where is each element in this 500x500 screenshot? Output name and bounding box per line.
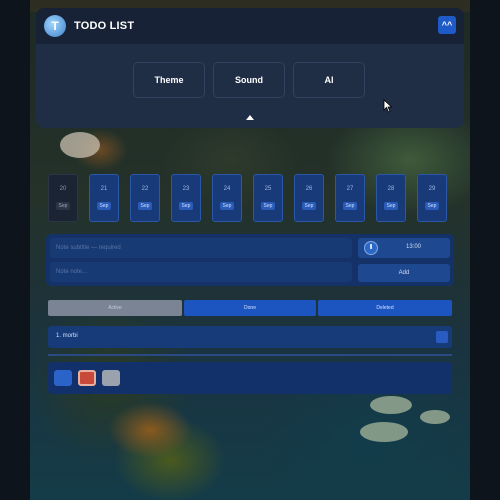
sound-button[interactable]: Sound bbox=[213, 62, 285, 98]
mouse-cursor-icon bbox=[383, 99, 393, 113]
settings-icon[interactable] bbox=[102, 370, 120, 386]
day-number: 23 bbox=[182, 185, 190, 192]
day-number: 20 bbox=[59, 185, 67, 192]
day-month: Sep bbox=[96, 202, 112, 211]
day-month: Sep bbox=[424, 202, 440, 211]
day-cell[interactable]: 20 Sep bbox=[48, 174, 78, 222]
app-header: T TODO LIST ^^ bbox=[36, 8, 464, 44]
task-item[interactable]: 1. morbi bbox=[48, 326, 452, 348]
tab-active[interactable]: Active bbox=[48, 300, 182, 316]
day-cell[interactable]: 25 Sep bbox=[253, 174, 283, 222]
task-delete-button[interactable] bbox=[436, 331, 448, 343]
day-number: 22 bbox=[141, 185, 149, 192]
day-number: 29 bbox=[428, 185, 436, 192]
day-month: Sep bbox=[137, 202, 153, 211]
time-value: 13:00 bbox=[406, 244, 422, 250]
day-cell[interactable]: 26 Sep bbox=[294, 174, 324, 222]
record-icon[interactable] bbox=[78, 370, 96, 386]
day-cell[interactable]: 29 Sep bbox=[417, 174, 447, 222]
tab-deleted[interactable]: Deleted bbox=[318, 300, 452, 316]
task-label: 1. morbi bbox=[56, 333, 78, 339]
day-strip: 20 Sep 21 Sep 22 Sep 23 Sep 24 Sep 25 Sep 26 Sep 27 Sep… bbox=[48, 174, 452, 222]
add-task-button[interactable]: Add bbox=[358, 264, 450, 282]
filter-tabs: Active Done Deleted bbox=[48, 300, 452, 316]
day-cell[interactable]: 22 Sep bbox=[130, 174, 160, 222]
lily-pad bbox=[420, 410, 450, 424]
task-form: Note subtitle — required Note note... 13… bbox=[46, 234, 454, 286]
footer-toolbar bbox=[48, 362, 452, 394]
calendar-icon[interactable] bbox=[54, 370, 72, 386]
divider bbox=[48, 354, 452, 356]
day-cell[interactable]: 23 Sep bbox=[171, 174, 201, 222]
ai-button[interactable]: AI bbox=[293, 62, 365, 98]
app-title: TODO LIST bbox=[74, 20, 135, 32]
day-month: Sep bbox=[219, 202, 235, 211]
time-picker[interactable]: 13:00 bbox=[358, 238, 450, 258]
day-number: 27 bbox=[346, 185, 354, 192]
day-month: Sep bbox=[383, 202, 399, 211]
day-month: Sep bbox=[260, 202, 276, 211]
lily-pad bbox=[360, 422, 408, 442]
day-number: 21 bbox=[100, 185, 108, 192]
day-month: Sep bbox=[342, 202, 358, 211]
day-cell[interactable]: 21 Sep bbox=[89, 174, 119, 222]
lily-pad bbox=[60, 132, 100, 158]
day-month: Sep bbox=[55, 202, 71, 211]
day-month: Sep bbox=[301, 202, 317, 211]
day-cell[interactable]: 27 Sep bbox=[335, 174, 365, 222]
task-note-input[interactable]: Note note... bbox=[50, 262, 352, 282]
app-logo-icon: T bbox=[44, 15, 66, 37]
day-number: 28 bbox=[387, 185, 395, 192]
caret-up-icon[interactable] bbox=[246, 115, 254, 120]
task-title-input[interactable]: Note subtitle — required bbox=[50, 238, 352, 258]
day-cell[interactable]: 24 Sep bbox=[212, 174, 242, 222]
clock-icon bbox=[364, 241, 378, 255]
day-cell[interactable]: 28 Sep bbox=[376, 174, 406, 222]
day-month: Sep bbox=[178, 202, 194, 211]
tab-done[interactable]: Done bbox=[184, 300, 316, 316]
day-number: 26 bbox=[305, 185, 313, 192]
collapse-menu-button[interactable]: ^^ bbox=[438, 16, 456, 34]
day-number: 24 bbox=[223, 185, 231, 192]
lily-pad bbox=[370, 396, 412, 414]
theme-button[interactable]: Theme bbox=[133, 62, 205, 98]
day-number: 25 bbox=[264, 185, 272, 192]
